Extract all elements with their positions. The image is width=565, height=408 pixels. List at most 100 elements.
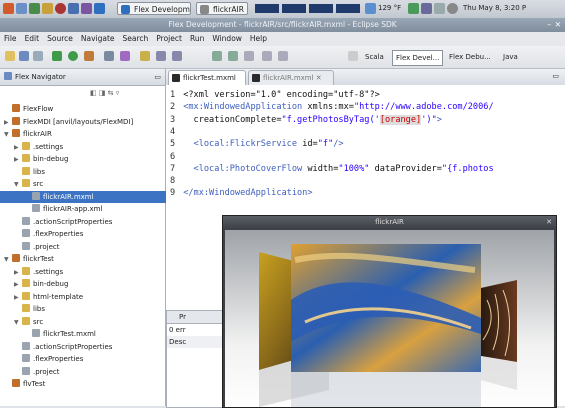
clock[interactable]: Thu May 8, 3:20 P: [463, 3, 526, 14]
eclipse-icon[interactable]: [94, 3, 105, 14]
tree-item[interactable]: libs: [0, 303, 179, 315]
menu-edit[interactable]: Edit: [21, 32, 44, 46]
close-icon[interactable]: ✕: [546, 216, 552, 229]
tree-item[interactable]: ▼ flickrAIR: [0, 128, 169, 140]
network-icon[interactable]: [408, 3, 419, 14]
menu-file[interactable]: File: [0, 32, 21, 46]
forward-icon[interactable]: [172, 51, 182, 61]
expand-toggle-icon[interactable]: ▼: [4, 254, 12, 266]
open-type-icon[interactable]: [120, 51, 130, 61]
new-icon[interactable]: [5, 51, 15, 61]
tree-item[interactable]: .flexProperties: [0, 353, 179, 365]
open-perspective-icon[interactable]: [348, 51, 358, 61]
menu-navigate[interactable]: Navigate: [77, 32, 119, 46]
terminal-icon[interactable]: [29, 3, 40, 14]
back-icon[interactable]: [156, 51, 166, 61]
media-icon[interactable]: [81, 3, 92, 14]
expand-toggle-icon[interactable]: ▼: [4, 129, 12, 141]
tree-item[interactable]: ▶ .settings: [0, 141, 179, 153]
tree-item[interactable]: flickrAIR.mxml: [0, 190, 189, 203]
expand-toggle-icon[interactable]: ▶: [14, 154, 22, 166]
expand-toggle-icon[interactable]: ▶: [14, 279, 22, 291]
tree-item[interactable]: .project: [0, 241, 179, 253]
expand-toggle-icon[interactable]: ▶: [14, 142, 22, 154]
tree-item[interactable]: libs: [0, 166, 179, 178]
save-icon[interactable]: [19, 51, 29, 61]
app-menu-icon[interactable]: [3, 3, 14, 14]
perspective-flex-development[interactable]: Flex Devel...: [392, 50, 444, 66]
perspective-java[interactable]: Java: [500, 50, 521, 64]
tree-item[interactable]: flvTest: [0, 378, 169, 390]
expand-toggle-icon[interactable]: ▼: [14, 317, 22, 329]
code-line[interactable]: 5 <local:FlickrService id="f"/>: [170, 138, 344, 150]
menu-source[interactable]: Source: [43, 32, 77, 46]
launcher-icon[interactable]: [16, 3, 27, 14]
volume-icon[interactable]: [447, 3, 458, 14]
maximize-icon[interactable]: ▭: [552, 72, 559, 80]
code-line[interactable]: 3 creationComplete="f.getPhotosByTag('[o…: [170, 114, 442, 126]
expand-toggle-icon[interactable]: ▶: [14, 267, 22, 279]
search-icon[interactable]: [104, 51, 114, 61]
sync-icon[interactable]: [421, 3, 432, 14]
code-line[interactable]: 1 <?xml version="1.0" encoding="utf-8"?>: [170, 89, 380, 101]
tree-item[interactable]: .actionScriptProperties: [0, 216, 179, 228]
navigator-toolbar-icons[interactable]: ◧ ◨ ⇆ ▿: [90, 89, 119, 97]
battery-icon[interactable]: [434, 3, 445, 14]
tree-item[interactable]: flickrAIR-app.xml: [0, 203, 189, 215]
code-line[interactable]: 9 </mx:WindowedApplication>: [170, 187, 313, 199]
tree-item[interactable]: FlexFlow: [0, 103, 169, 115]
tree-item[interactable]: ▶ bin-debug: [0, 278, 179, 290]
mail-icon[interactable]: [68, 3, 79, 14]
tree-item[interactable]: ▶ .settings: [0, 266, 179, 278]
tree-item[interactable]: .project: [0, 366, 179, 378]
minimize-icon[interactable]: –: [547, 18, 551, 32]
window-title-bar[interactable]: Flex Development - flickrAIR/src/flickrA…: [0, 18, 565, 32]
nav-back-icon[interactable]: [262, 51, 272, 61]
problems-tab[interactable]: Pr: [167, 311, 227, 324]
tree-item[interactable]: flickrTest.mxml: [0, 328, 189, 340]
tab-flickrair-mxml[interactable]: flickrAIR.mxml ✕: [248, 70, 334, 85]
nav-forward-icon[interactable]: [278, 51, 288, 61]
cover-flow-stage[interactable]: [225, 230, 554, 407]
task-flex-development[interactable]: Flex Developme...: [117, 2, 191, 15]
prev-annotation-icon[interactable]: [228, 51, 238, 61]
debug-icon[interactable]: [52, 51, 62, 61]
close-icon[interactable]: ✕: [555, 18, 561, 32]
perspective-flex-debugging[interactable]: Flex Debu...: [446, 50, 494, 64]
menu-search[interactable]: Search: [119, 32, 153, 46]
menu-help[interactable]: Help: [246, 32, 271, 46]
task-flickrair[interactable]: flickrAIR: [196, 2, 248, 15]
menu-project[interactable]: Project: [152, 32, 186, 46]
minimize-icon[interactable]: ▭: [154, 69, 161, 85]
expand-toggle-icon[interactable]: ▶: [14, 292, 22, 304]
tab-flickrtest-mxml[interactable]: flickrTest.mxml: [168, 70, 246, 85]
tree-item[interactable]: ▼ flickrTest: [0, 253, 169, 265]
external-tools-icon[interactable]: [84, 51, 94, 61]
flickrair-title-bar[interactable]: flickrAIR ✕: [223, 216, 556, 229]
code-line[interactable]: 2 <mx:WindowedApplication xmlns:mx="http:…: [170, 101, 494, 113]
code-line[interactable]: 4: [170, 126, 183, 138]
next-annotation-icon[interactable]: [212, 51, 222, 61]
tree-item[interactable]: ▼ src: [0, 316, 179, 328]
flickrair-window[interactable]: flickrAIR ✕: [222, 215, 557, 408]
code-line[interactable]: 7 <local:PhotoCoverFlow width="100%" dat…: [170, 163, 494, 175]
run-icon[interactable]: [68, 51, 78, 61]
annotation-icon[interactable]: [140, 51, 150, 61]
last-edit-icon[interactable]: [244, 51, 254, 61]
expand-toggle-icon[interactable]: ▶: [4, 117, 12, 129]
tree-item[interactable]: ▶ FlexMDI [anvil/layouts/FlexMDI]: [0, 116, 169, 128]
expand-toggle-icon[interactable]: ▼: [14, 179, 22, 191]
perspective-scala[interactable]: Scala: [362, 50, 387, 64]
problems-column-header[interactable]: Desc: [167, 336, 227, 348]
tree-item[interactable]: ▼ src: [0, 178, 179, 190]
folder-icon[interactable]: [42, 3, 53, 14]
tree-item[interactable]: ▶ html-template: [0, 291, 179, 303]
print-icon[interactable]: [33, 51, 43, 61]
code-line[interactable]: 6: [170, 151, 183, 163]
tree-item[interactable]: ▶ bin-debug: [0, 153, 179, 165]
menu-run[interactable]: Run: [186, 32, 208, 46]
tree-item[interactable]: .actionScriptProperties: [0, 341, 179, 353]
browser-icon[interactable]: [55, 3, 66, 14]
tree-item[interactable]: .flexProperties: [0, 228, 179, 240]
code-line[interactable]: 8: [170, 175, 183, 187]
